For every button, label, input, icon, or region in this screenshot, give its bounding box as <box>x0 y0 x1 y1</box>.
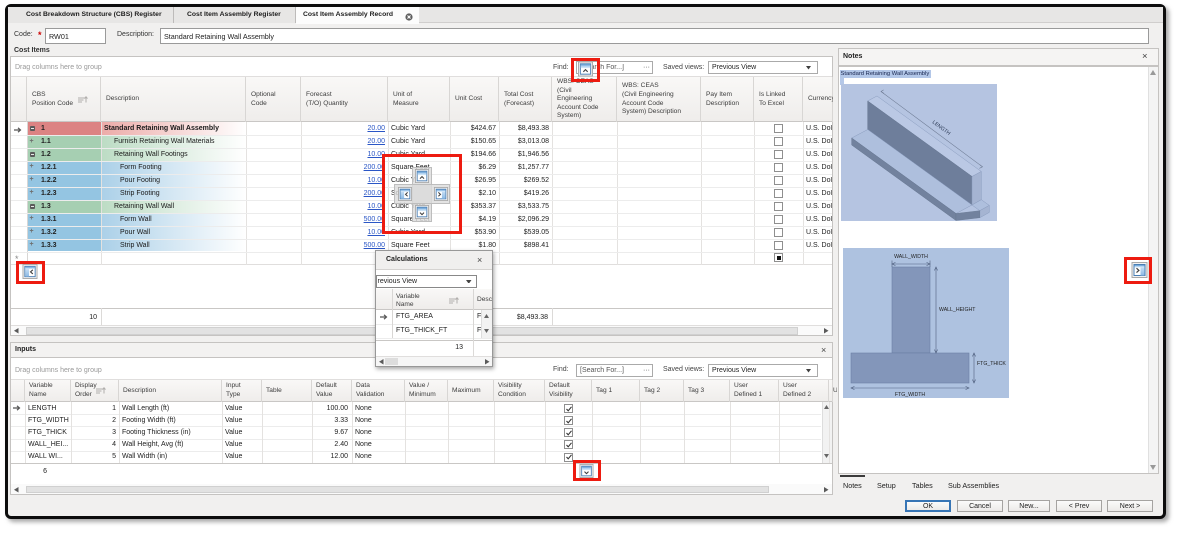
svg-text:WALL_HEIGHT: WALL_HEIGHT <box>939 307 976 313</box>
svg-text:WALL_WIDTH: WALL_WIDTH <box>894 254 928 260</box>
svg-text:FTG_WIDTH: FTG_WIDTH <box>895 392 926 398</box>
svg-text:FTG_THICK: FTG_THICK <box>977 361 1006 367</box>
